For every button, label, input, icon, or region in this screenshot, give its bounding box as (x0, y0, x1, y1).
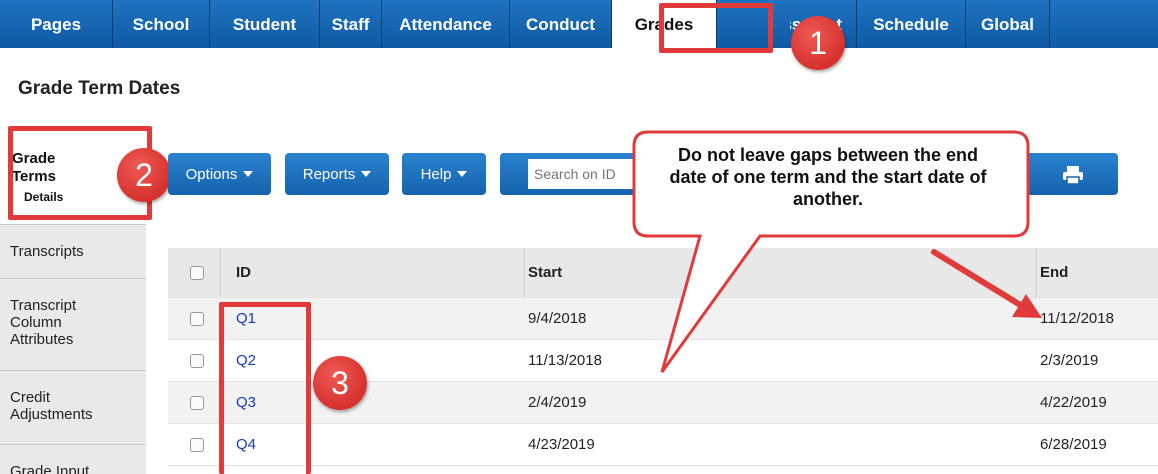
arrow-icon (931, 249, 1042, 318)
callout-text: Do not leave gaps between the end date o… (669, 145, 987, 209)
callout-bubble (632, 130, 1042, 373)
